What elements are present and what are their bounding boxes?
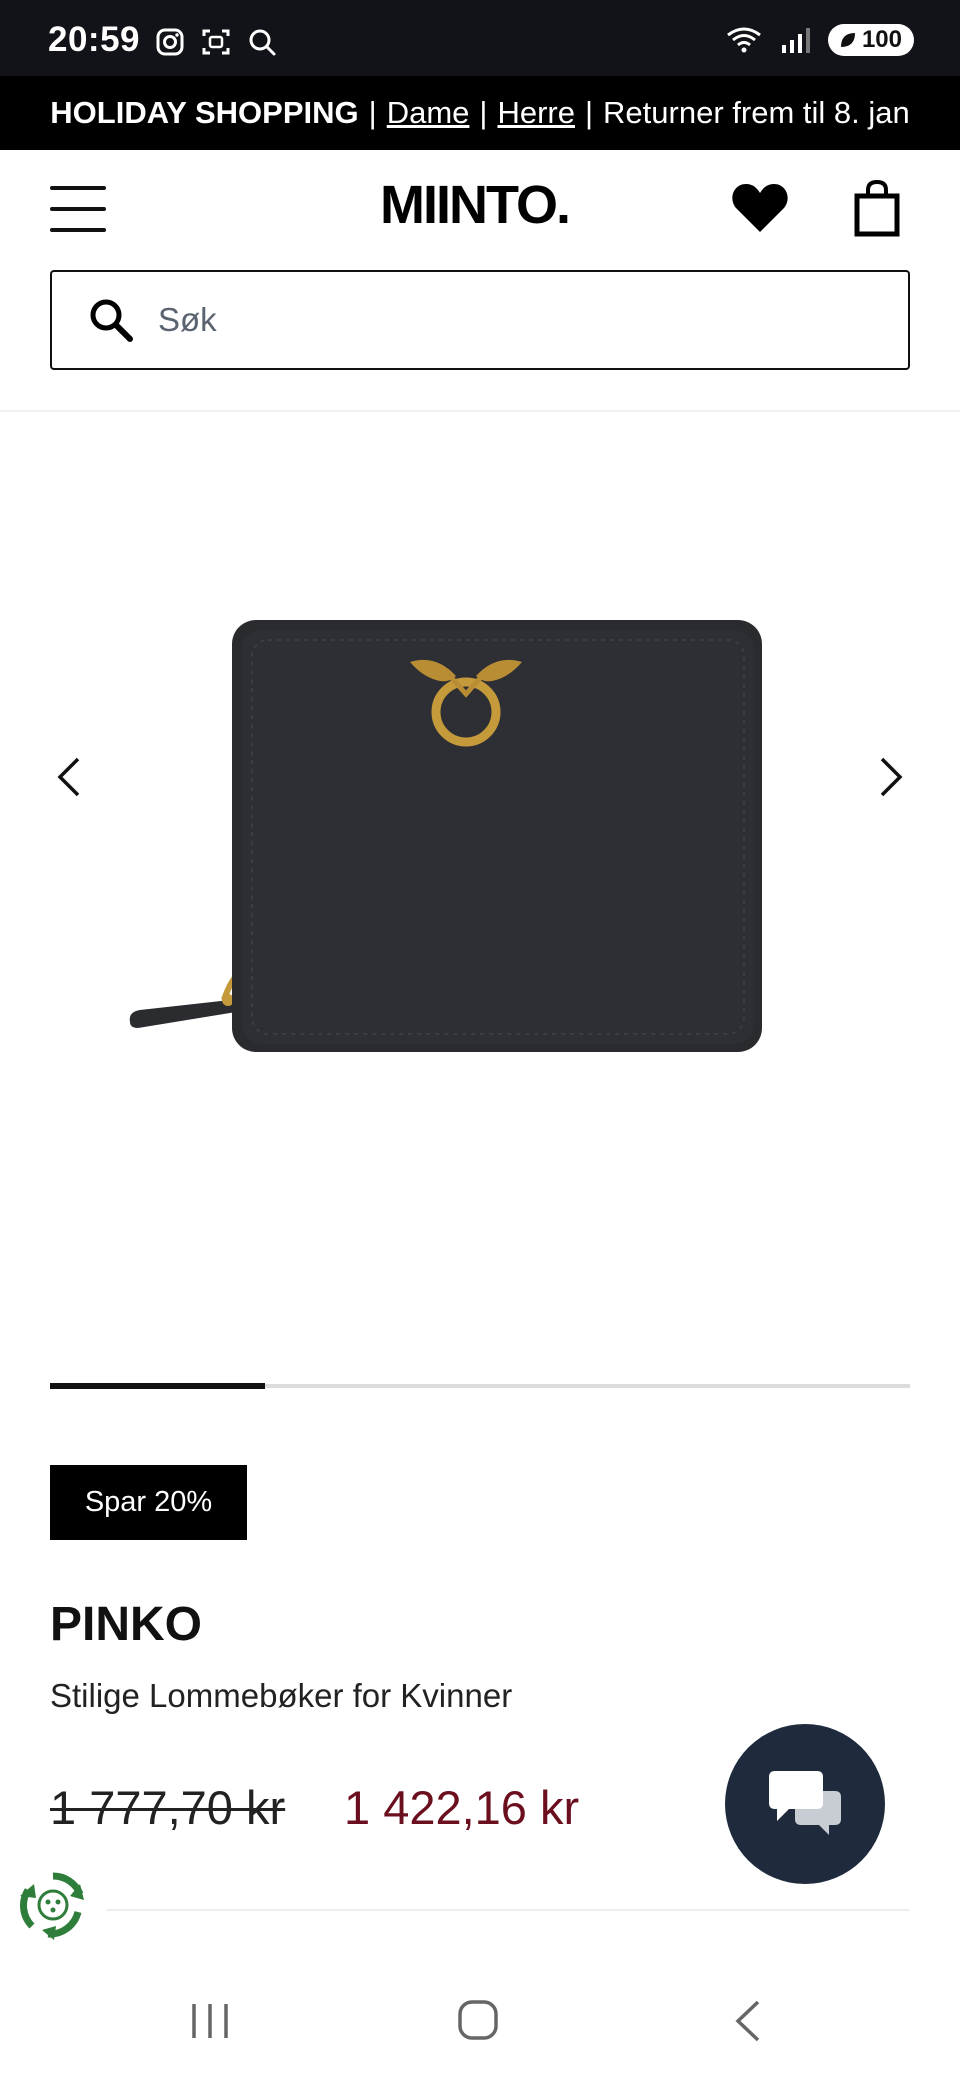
product-image-wallet[interactable] <box>120 602 840 1072</box>
battery-level: 100 <box>861 26 902 53</box>
price-sale: 1 422,16 kr <box>344 1781 580 1834</box>
status-time: 20:59 <box>48 20 141 59</box>
promo-headline: HOLIDAY SHOPPING <box>50 95 359 130</box>
promo-separator: | <box>368 95 377 130</box>
price-original: 1 777,70 kr <box>50 1781 286 1834</box>
chat-button[interactable] <box>725 1724 885 1884</box>
search-icon <box>249 29 276 56</box>
battery-indicator: 100 <box>827 24 914 56</box>
leaf-icon <box>840 33 855 47</box>
screenshot-icon <box>202 29 230 55</box>
promo-returns-text: Returner frem til 8. jan <box>603 95 910 130</box>
site-logo[interactable]: MIINTO. <box>380 174 571 236</box>
promo-separator: | <box>479 95 488 130</box>
promo-banner: HOLIDAY SHOPPING | Dame | Herre | Return… <box>0 76 960 150</box>
home-icon[interactable] <box>456 1998 500 2042</box>
section-divider <box>106 1909 910 1911</box>
carousel-progress <box>50 1383 910 1389</box>
status-right: 100 <box>724 24 914 56</box>
heart-icon[interactable] <box>730 180 790 236</box>
search-bar[interactable] <box>50 270 910 370</box>
recents-icon[interactable] <box>188 2000 232 2042</box>
chevron-right-icon[interactable] <box>868 747 912 807</box>
shopping-bag-icon[interactable] <box>852 178 902 238</box>
site-header: MIINTO. <box>0 150 960 270</box>
system-nav-bar <box>0 1960 960 2080</box>
product-brand[interactable]: PINKO <box>50 1597 202 1652</box>
product-title: Stilige Lommebøker for Kvinner <box>50 1677 513 1714</box>
wifi-icon <box>727 27 761 53</box>
promo-separator: | <box>584 95 594 130</box>
hamburger-menu-icon[interactable] <box>50 186 106 232</box>
discount-badge: Spar 20% <box>50 1465 247 1540</box>
search-icon <box>90 299 133 342</box>
search-input[interactable] <box>158 301 858 339</box>
back-icon[interactable] <box>730 1998 764 2044</box>
instagram-icon <box>156 28 184 56</box>
chat-bubbles-icon <box>769 1771 841 1835</box>
chevron-left-icon[interactable] <box>48 747 92 807</box>
promo-link-women[interactable]: Dame <box>387 95 470 131</box>
status-left-icons <box>154 26 278 58</box>
promo-link-men[interactable]: Herre <box>497 95 575 131</box>
recycle-badge-icon[interactable] <box>18 1870 88 1940</box>
signal-icon <box>781 28 810 53</box>
product-image-carousel[interactable] <box>0 412 960 1362</box>
status-bar: 20:59 100 <box>0 0 960 76</box>
carousel-progress-thumb <box>50 1383 265 1389</box>
